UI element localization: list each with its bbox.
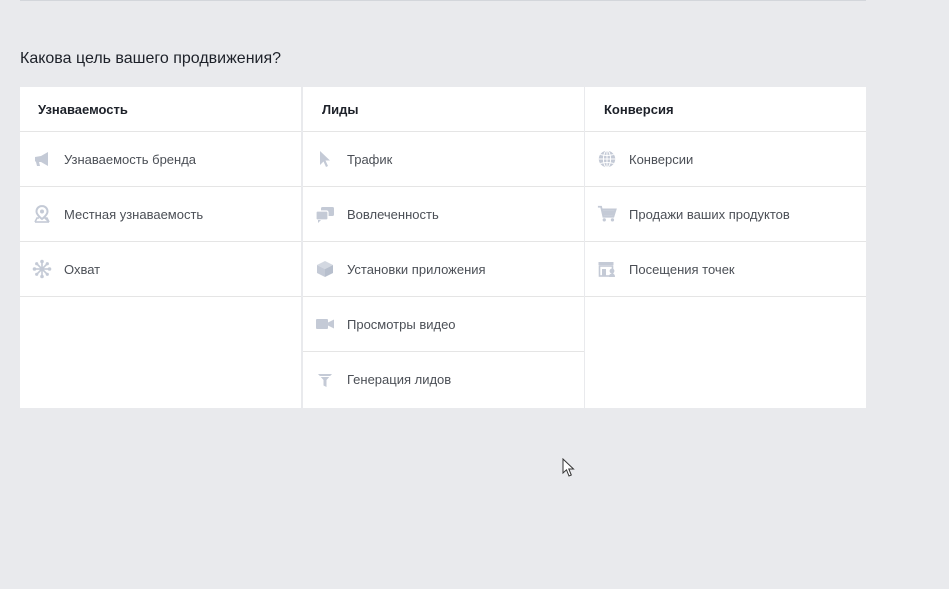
objective-video-views[interactable]: Просмотры видео — [303, 297, 584, 352]
objective-conversions[interactable]: Конверсии — [585, 132, 866, 187]
objective-product-sales[interactable]: Продажи ваших продуктов — [585, 187, 866, 242]
objective-brand-awareness[interactable]: Узнаваемость бренда — [20, 132, 301, 187]
box-icon — [315, 259, 335, 279]
funnel-icon — [315, 370, 335, 390]
page-question: Какова цель вашего продвижения? — [20, 50, 282, 67]
objective-label: Узнаваемость бренда — [64, 151, 197, 167]
column-conversion: Конверсия Конверсии Продажи ваших продук… — [585, 87, 866, 408]
video-camera-icon — [315, 314, 335, 334]
objective-local-awareness[interactable]: Местная узнаваемость — [20, 187, 301, 242]
objective-reach[interactable]: Охват — [20, 242, 301, 297]
objective-store-visits[interactable]: Посещения точек — [585, 242, 866, 297]
objective-traffic[interactable]: Трафик — [303, 132, 584, 187]
column-header-conversion: Конверсия — [585, 87, 866, 132]
objective-label: Посещения точек — [629, 261, 735, 277]
objective-grid: Узнаваемость Узнаваемость бренда Местная… — [20, 87, 866, 408]
storefront-icon — [597, 259, 617, 279]
objective-label: Охват — [64, 261, 101, 277]
objective-label: Местная узнаваемость — [64, 206, 204, 222]
objective-engagement[interactable]: Вовлеченность — [303, 187, 584, 242]
chat-bubbles-icon — [315, 204, 335, 224]
column-awareness: Узнаваемость Узнаваемость бренда Местная… — [20, 87, 301, 408]
reach-icon — [32, 259, 52, 279]
mouse-pointer-icon — [562, 457, 576, 483]
objective-label: Конверсии — [629, 151, 694, 167]
column-header-awareness: Узнаваемость — [20, 87, 301, 132]
objective-label: Установки приложения — [347, 261, 486, 277]
location-pin-icon — [32, 204, 52, 224]
column-leads: Лиды Трафик Вовлеченность Установки прил… — [303, 87, 584, 408]
objective-label: Вовлеченность — [347, 206, 439, 222]
globe-icon — [597, 149, 617, 169]
objective-label: Продажи ваших продуктов — [629, 206, 790, 222]
cursor-arrow-icon — [315, 149, 335, 169]
objective-label: Трафик — [347, 151, 393, 167]
shopping-cart-icon — [597, 204, 617, 224]
column-header-leads: Лиды — [303, 87, 584, 132]
objective-label: Генерация лидов — [347, 372, 452, 387]
megaphone-icon — [32, 149, 52, 169]
objective-lead-generation[interactable]: Генерация лидов — [303, 352, 584, 407]
top-divider — [20, 0, 866, 1]
objective-app-installs[interactable]: Установки приложения — [303, 242, 584, 297]
objective-label: Просмотры видео — [347, 316, 456, 332]
